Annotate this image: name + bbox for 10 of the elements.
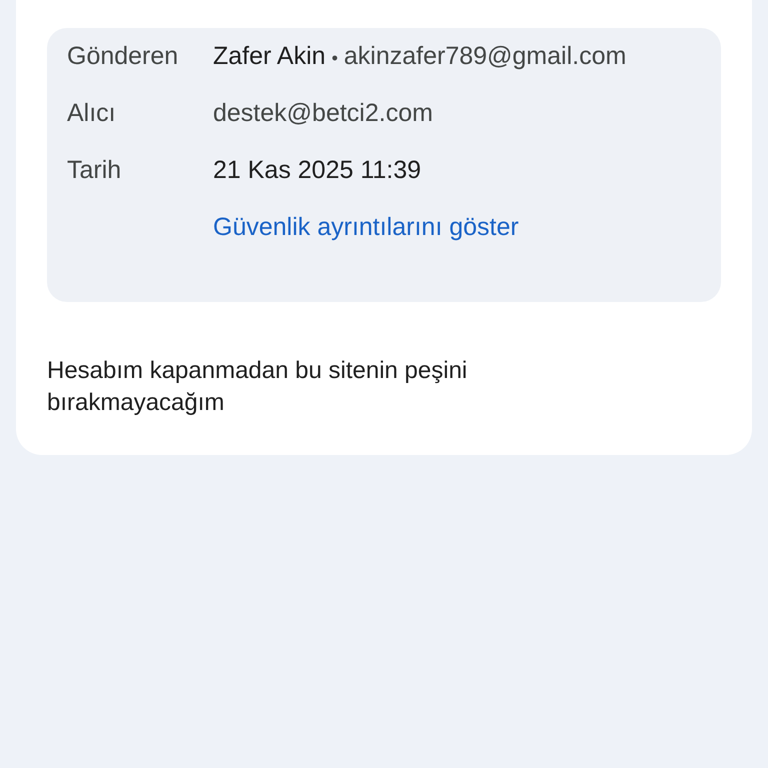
sender-email: akinzafer789@gmail.com — [344, 42, 626, 71]
date-value: 21 Kas 2025 11:39 — [213, 156, 422, 185]
field-label: Tarih — [67, 156, 122, 185]
field-label: Gönderen — [67, 42, 180, 71]
field-label: Alıcı — [67, 99, 117, 128]
message-text: Hesabım kapanmadan bu sitenin peşini bırakmayacağım — [47, 356, 468, 418]
sender-name: Zafer Akin — [213, 42, 326, 71]
recipient-email: destek@betci2.com — [213, 99, 433, 128]
security-details-link[interactable]: Güvenlik ayrıntılarını göster — [213, 213, 519, 242]
separator-dot: • — [332, 48, 338, 69]
